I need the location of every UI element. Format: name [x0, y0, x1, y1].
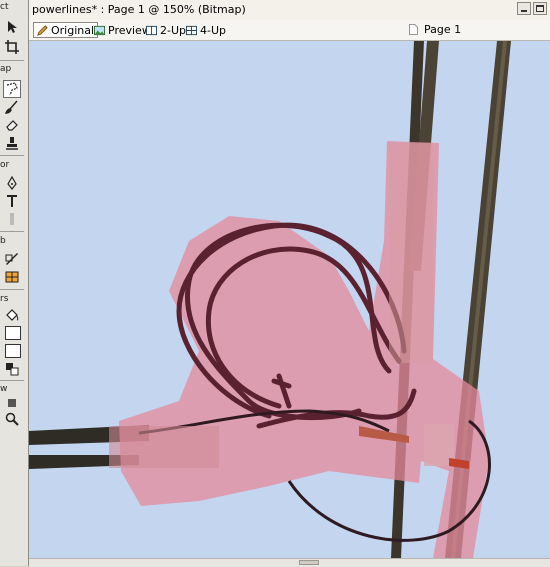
- tab-4-up-label: 4-Up: [200, 23, 227, 37]
- scrollbar-thumb[interactable]: [299, 560, 319, 565]
- tools-section-web-label: b: [0, 236, 6, 246]
- view-tabs-bar: Original Preview 2-Up 4-Up Page 1: [29, 20, 550, 41]
- pencil-icon: [37, 24, 48, 36]
- brush-tool-icon[interactable]: [3, 98, 21, 116]
- page-indicator[interactable]: Page 1: [409, 23, 461, 36]
- tools-section-bitmap-label: ap: [0, 64, 12, 74]
- fill-color-swatch[interactable]: [1, 342, 25, 360]
- bitmap-canvas[interactable]: [29, 41, 550, 558]
- tools-section-colors-label: rs: [0, 294, 9, 304]
- tab-original[interactable]: Original: [33, 22, 99, 38]
- tools-section-view-label: w: [0, 384, 8, 394]
- four-up-icon: [186, 25, 197, 35]
- document-title: powerlines* : Page 1 @ 150% (Bitmap): [32, 3, 246, 16]
- powerlines-photo: [29, 41, 550, 558]
- two-up-icon: [146, 25, 157, 35]
- tab-original-label: Original: [51, 23, 95, 37]
- stroke-color-swatch[interactable]: [1, 324, 25, 342]
- lasso-tool-icon[interactable]: [3, 80, 21, 98]
- stamp-tool-icon[interactable]: [3, 134, 21, 152]
- knife-tool-icon[interactable]: [3, 210, 21, 228]
- tools-section-select-label: ct: [0, 2, 9, 12]
- pen-tool-icon[interactable]: [3, 174, 21, 192]
- tab-4-up[interactable]: 4-Up: [183, 22, 229, 38]
- slice-tool-icon[interactable]: [3, 268, 21, 286]
- crop-tool-icon[interactable]: [3, 38, 21, 56]
- zoom-tool-icon[interactable]: [3, 410, 21, 428]
- page-icon: [409, 24, 418, 35]
- document-window: powerlines* : Page 1 @ 150% (Bitmap) Ori…: [29, 0, 550, 567]
- document-titlebar: powerlines* : Page 1 @ 150% (Bitmap): [29, 0, 550, 21]
- image-icon: [94, 25, 105, 35]
- eraser-tool-icon[interactable]: [3, 116, 21, 134]
- hotspot-tool-icon[interactable]: [3, 250, 21, 268]
- page-indicator-label: Page 1: [424, 23, 462, 36]
- tools-section-vector-label: or: [0, 160, 10, 170]
- paint-bucket-icon[interactable]: [3, 306, 21, 324]
- maximize-button[interactable]: [533, 2, 547, 15]
- pointer-tool-icon[interactable]: [3, 18, 21, 36]
- tools-panel: ct ap or b rs w: [0, 0, 29, 566]
- swap-colors-icon[interactable]: [3, 360, 21, 378]
- minimize-button[interactable]: [517, 2, 531, 15]
- text-tool-icon[interactable]: [3, 192, 21, 210]
